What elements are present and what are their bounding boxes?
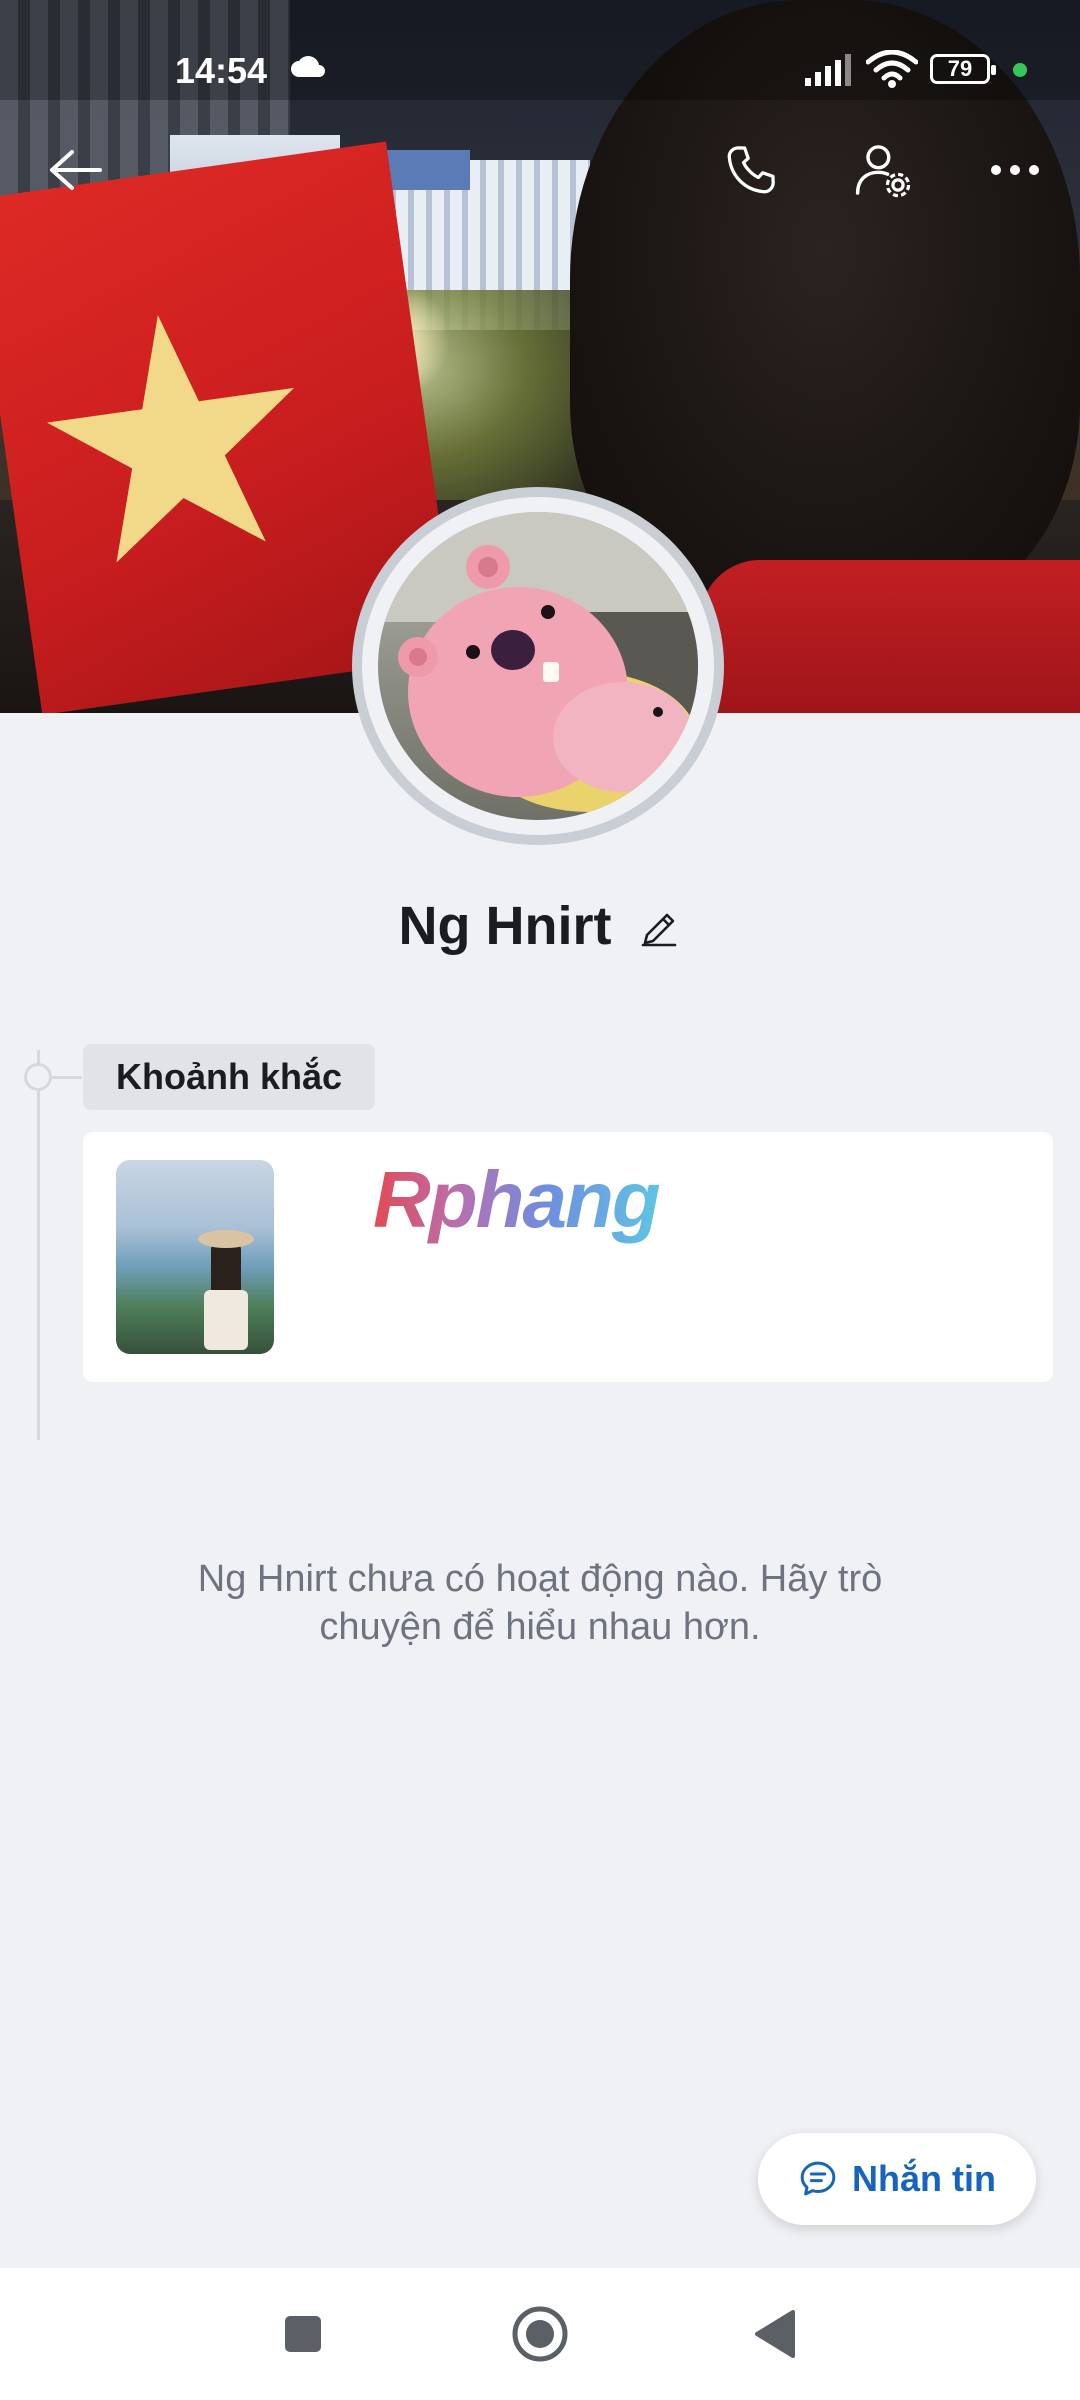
phone-icon <box>727 146 775 194</box>
timeline-line <box>37 1050 40 1440</box>
message-button-label: Nhắn tin <box>852 2158 996 2199</box>
wifi-icon <box>865 49 919 93</box>
user-settings-icon <box>855 145 911 198</box>
message-button[interactable]: Nhắn tin <box>758 2133 1036 2225</box>
avatar[interactable] <box>378 512 698 820</box>
profile-name-row: Ng Hnirt <box>0 895 1080 957</box>
privacy-indicator-dot <box>1013 63 1027 77</box>
circle-home-icon <box>512 2306 568 2362</box>
system-nav-bar <box>0 2268 1080 2400</box>
battery-indicator: 79 <box>930 54 996 84</box>
recent-apps-button[interactable] <box>263 2294 343 2374</box>
timeline-dot <box>24 1063 52 1091</box>
user-settings-button[interactable] <box>838 125 928 215</box>
avatar-frame[interactable] <box>352 487 724 845</box>
system-back-button[interactable] <box>735 2294 815 2374</box>
triangle-back-icon <box>755 2310 795 2358</box>
more-options-button[interactable] <box>970 125 1060 215</box>
more-horizontal-icon <box>991 165 1039 175</box>
chat-bubble-icon <box>800 2161 836 2196</box>
moments-label: Khoảnh khắc <box>83 1044 375 1110</box>
cover-shirt <box>700 560 1080 713</box>
home-button[interactable] <box>500 2294 580 2374</box>
arrow-left-icon <box>50 150 102 190</box>
moments-card[interactable]: Rphang <box>83 1132 1053 1382</box>
profile-name: Ng Hnirt <box>398 896 612 956</box>
empty-activity-message: Ng Hnirt chưa có hoạt động nào. Hãy trò … <box>197 1558 883 1648</box>
back-button[interactable] <box>30 125 120 215</box>
pencil-icon[interactable] <box>637 904 681 948</box>
status-time: 14:54 <box>175 50 268 91</box>
timeline-connector <box>50 1076 82 1079</box>
status-bar: 14:54 79 <box>0 0 1080 100</box>
cloud-icon <box>290 56 326 83</box>
square-icon <box>285 2316 321 2352</box>
cover-building <box>380 150 470 190</box>
cell-signal-icon <box>805 54 855 91</box>
call-button[interactable] <box>706 125 796 215</box>
avatar-beaver-image <box>378 512 698 812</box>
moment-thumbnail[interactable] <box>116 1160 274 1354</box>
watermark-text: Rphang <box>373 1155 661 1244</box>
star-icon <box>46 315 295 563</box>
